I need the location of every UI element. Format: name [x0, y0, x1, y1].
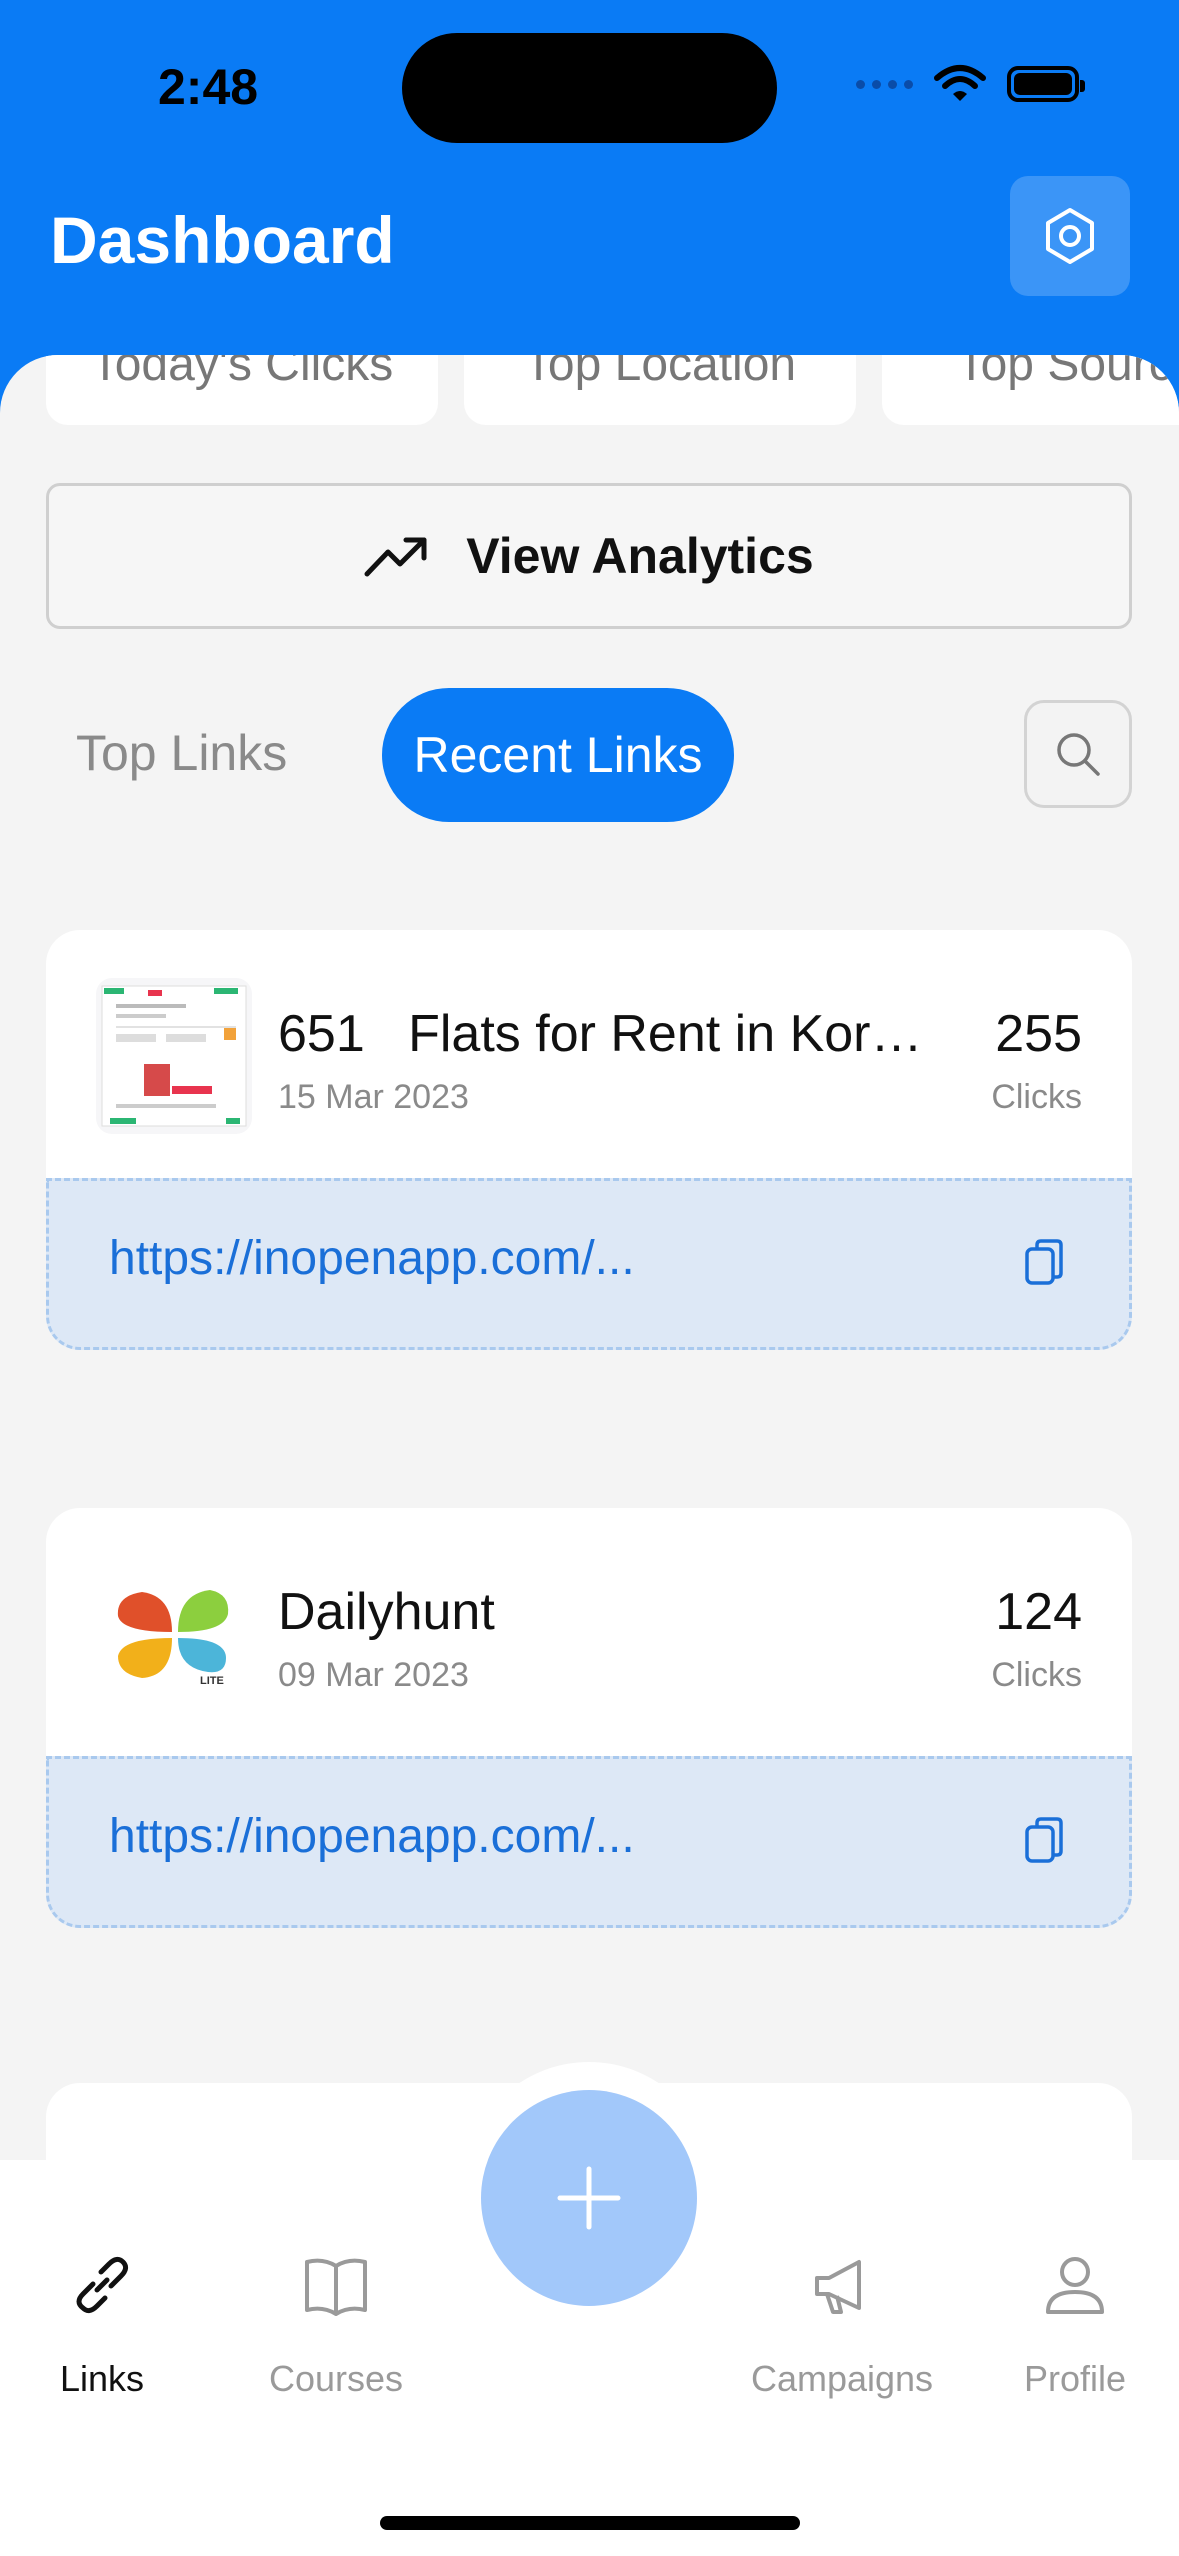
tab-recent-links[interactable]: Recent Links	[382, 688, 734, 822]
user-icon	[1046, 2257, 1104, 2314]
megaphone-icon	[815, 2260, 861, 2314]
short-url[interactable]: https://inopenapp.com/...	[109, 1231, 635, 1286]
short-url-box[interactable]: https://inopenapp.com/...	[46, 1756, 1132, 1928]
settings-icon	[1046, 208, 1094, 264]
click-count: 124	[995, 1583, 1082, 1641]
tab-campaigns[interactable]: Campaigns	[742, 2240, 942, 2400]
link-card[interactable]: LITE Dailyhunt 09 Mar 2023 124 Clicks ht…	[46, 1508, 1132, 1928]
tab-profile-label: Profile	[1023, 2358, 1127, 2399]
status-time: 2:48	[158, 59, 259, 115]
link-card[interactable]: 651 Flats for Rent in Korma... 15 Mar 20…	[46, 930, 1132, 1350]
stats-carousel[interactable]: Today's Clicks Top Location Top Source	[46, 355, 1179, 425]
copy-icon[interactable]	[1023, 1815, 1067, 1867]
link-title: 651 Flats for Rent in Korma...	[278, 1004, 938, 1064]
link-title: Dailyhunt	[278, 1582, 938, 1642]
tab-courses-label: Courses	[268, 2358, 404, 2399]
book-icon	[305, 2258, 367, 2316]
short-url-box[interactable]: https://inopenapp.com/...	[46, 1178, 1132, 1350]
link-card-header[interactable]: 651 Flats for Rent in Korma... 15 Mar 20…	[46, 930, 1132, 1178]
link-thumbnail	[96, 978, 252, 1134]
link-icon	[76, 2256, 129, 2314]
search-icon	[1057, 733, 1100, 776]
tab-links[interactable]: Links	[2, 2240, 202, 2400]
trending-up-icon	[364, 537, 427, 577]
stat-card-todays-clicks[interactable]: Today's Clicks	[46, 355, 438, 425]
click-label: Clicks	[991, 1078, 1082, 1116]
dailyhunt-logo: LITE	[96, 1556, 252, 1712]
tab-profile[interactable]: Profile	[975, 2240, 1175, 2400]
tab-links-label: Links	[59, 2358, 145, 2399]
stat-card-top-source[interactable]: Top Source	[882, 355, 1179, 425]
home-indicator	[380, 2516, 800, 2530]
stat-card-top-location[interactable]: Top Location	[464, 355, 856, 425]
link-date: 15 Mar 2023	[278, 1078, 469, 1116]
svg-text:LITE: LITE	[200, 1675, 224, 1687]
click-count: 255	[995, 1005, 1082, 1063]
view-analytics-button[interactable]: View Analytics	[46, 483, 1132, 629]
dynamic-island	[402, 33, 777, 143]
tab-campaigns-label: Campaigns	[750, 2358, 934, 2399]
click-label: Clicks	[991, 1656, 1082, 1694]
settings-button[interactable]	[1010, 176, 1130, 296]
content-panel: Today's Clicks Top Location Top Source V…	[0, 355, 1179, 2185]
search-button[interactable]	[1024, 700, 1132, 808]
link-name: Dailyhunt	[278, 1583, 495, 1641]
short-url[interactable]: https://inopenapp.com/...	[109, 1809, 635, 1864]
tab-courses[interactable]: Courses	[236, 2240, 436, 2400]
add-link-button[interactable]	[481, 2090, 697, 2306]
copy-icon[interactable]	[1023, 1237, 1067, 1289]
battery-icon	[1007, 66, 1085, 102]
signal-icon	[856, 79, 913, 89]
link-date: 09 Mar 2023	[278, 1656, 469, 1694]
plus-icon	[557, 2166, 621, 2230]
link-number: 651	[278, 1005, 365, 1063]
link-name: Flats for Rent in Korma...	[408, 1005, 938, 1063]
tab-top-links[interactable]: Top Links	[76, 724, 287, 782]
page-title: Dashboard	[50, 203, 395, 277]
link-card-header[interactable]: LITE Dailyhunt 09 Mar 2023 124 Clicks	[46, 1508, 1132, 1756]
status-icons	[856, 64, 1085, 104]
view-analytics-label: View Analytics	[466, 528, 814, 584]
wifi-icon	[934, 65, 986, 101]
link-tabs: Top Links Recent Links	[46, 688, 1132, 824]
